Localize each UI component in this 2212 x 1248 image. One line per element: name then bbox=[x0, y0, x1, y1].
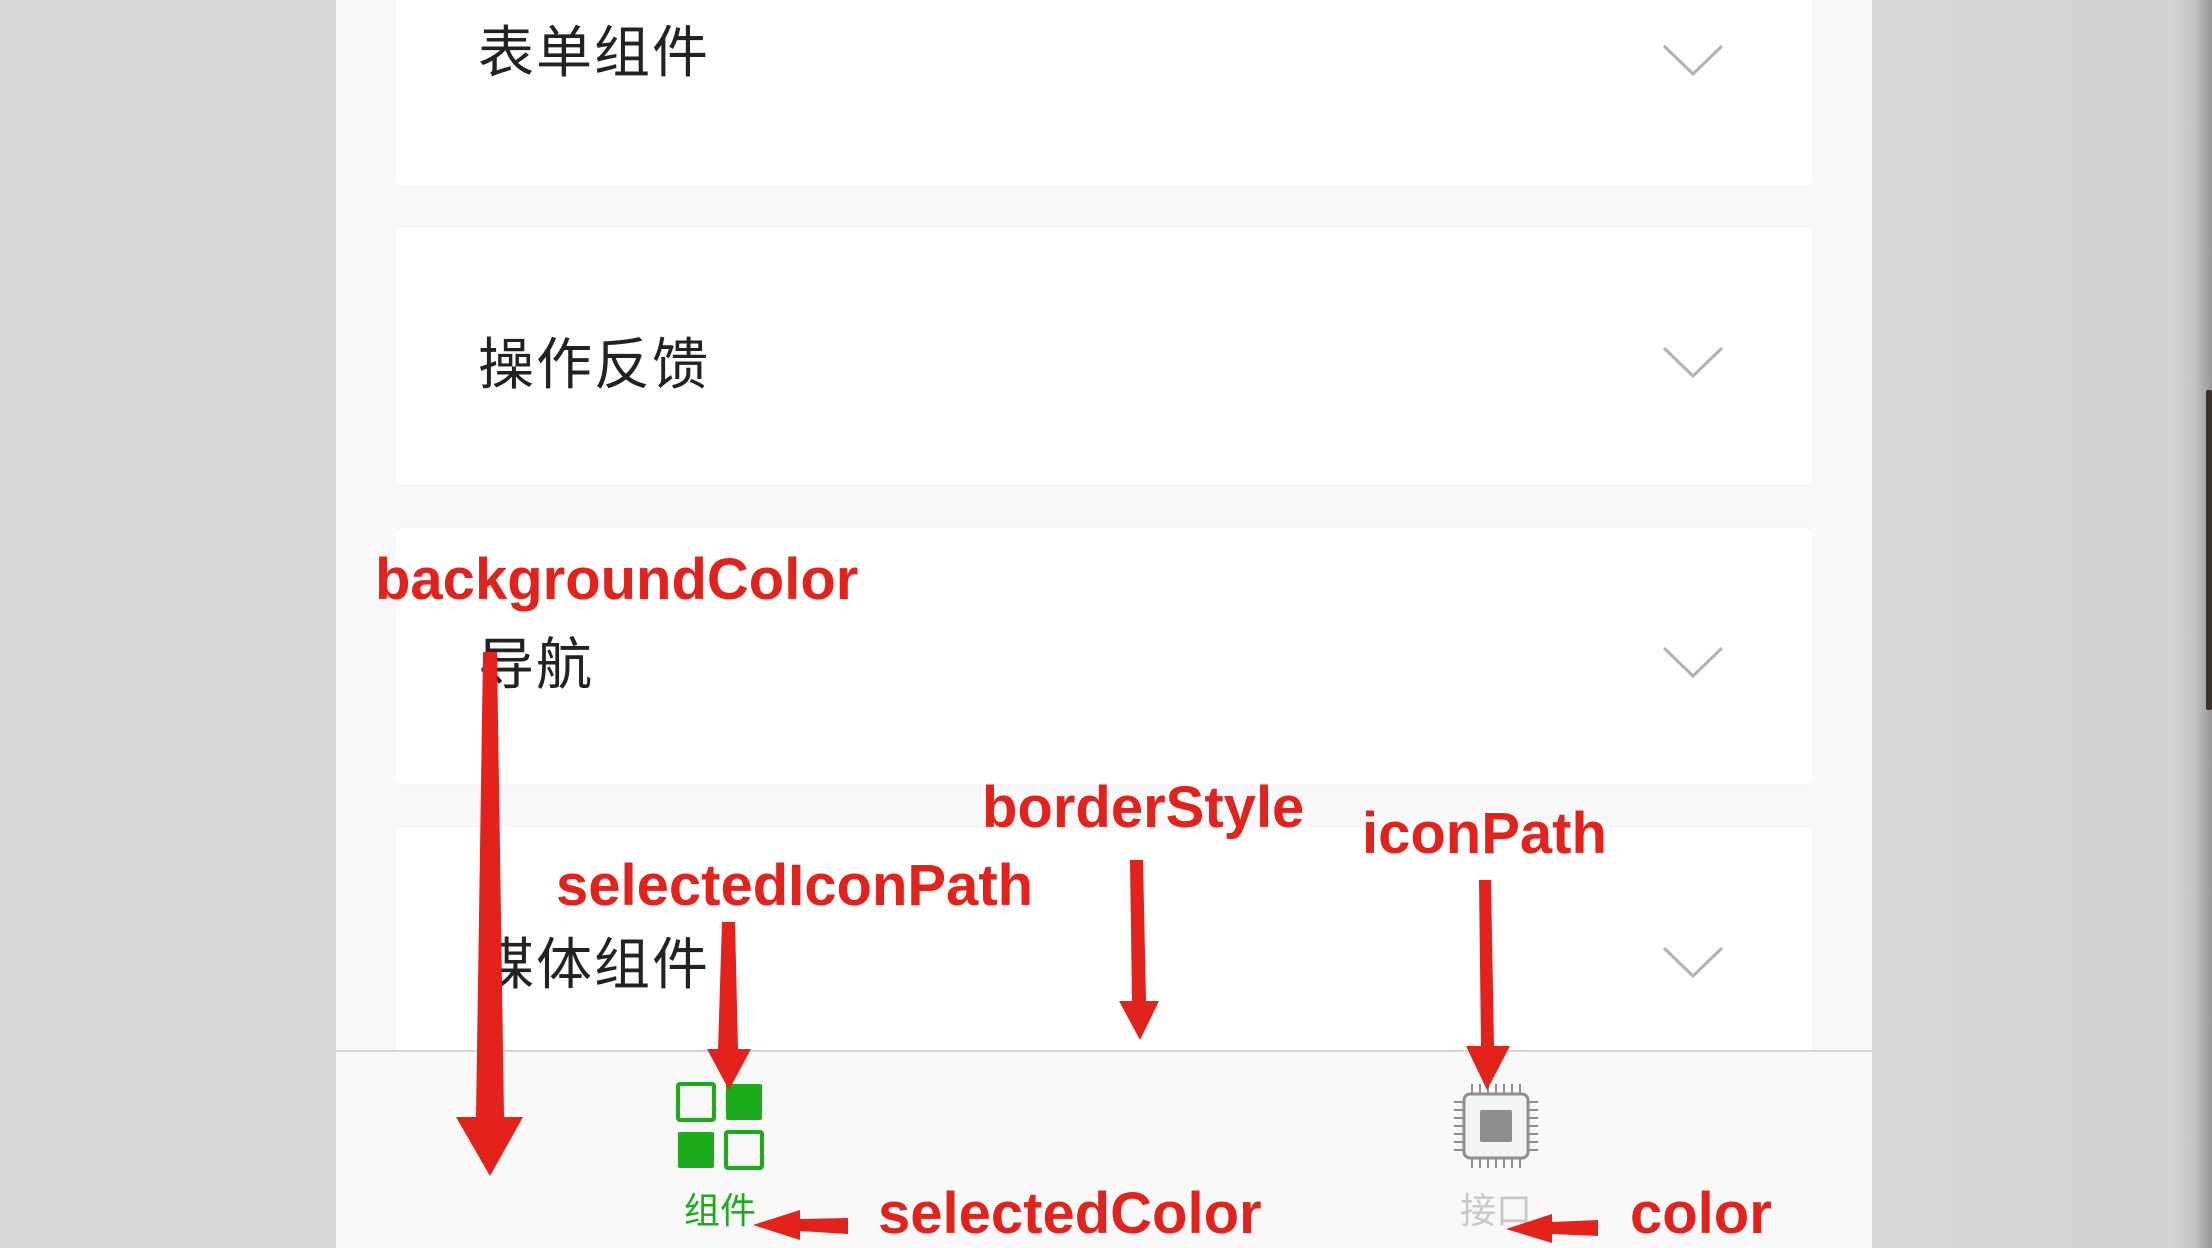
tab-interfaces[interactable]: 接口 bbox=[1386, 1080, 1606, 1248]
annotation-label-color: color bbox=[1630, 1181, 1772, 1246]
accordion-item-form-components[interactable]: 表单组件 bbox=[396, 0, 1812, 186]
chevron-down-icon bbox=[1662, 946, 1724, 979]
accordion-item-label: 表单组件 bbox=[478, 21, 710, 86]
accordion-item-label: 导航 bbox=[478, 633, 594, 698]
annotation-label-icon-path: iconPath bbox=[1362, 801, 1607, 866]
chevron-down-icon bbox=[1662, 646, 1724, 679]
tab-components[interactable]: 组件 bbox=[610, 1080, 830, 1248]
annotation-label-selected-color: selectedColor bbox=[878, 1181, 1262, 1246]
tab-label: 接口 bbox=[1459, 1191, 1533, 1232]
phone-screen: 表单组件 操作反馈 导航 媒体组件 组件 接口 bbox=[336, 0, 1872, 1248]
right-background bbox=[1872, 0, 2212, 1248]
accordion-item-feedback[interactable]: 操作反馈 bbox=[396, 228, 1812, 484]
annotation-label-border-style: borderStyle bbox=[982, 775, 1305, 840]
accordion-item-label: 操作反馈 bbox=[478, 333, 710, 398]
annotation-label-background-color: backgroundColor bbox=[375, 547, 859, 612]
chip-icon bbox=[1454, 1084, 1538, 1168]
chevron-down-icon bbox=[1662, 346, 1724, 379]
accordion-item-label: 媒体组件 bbox=[478, 933, 710, 998]
window-edge-mark bbox=[2206, 390, 2212, 710]
chevron-down-icon bbox=[1662, 44, 1724, 77]
grid-icon bbox=[676, 1082, 764, 1170]
annotation-label-selected-icon-path: selectedIconPath bbox=[556, 853, 1034, 918]
left-background bbox=[0, 0, 336, 1248]
tab-label: 组件 bbox=[683, 1191, 757, 1232]
